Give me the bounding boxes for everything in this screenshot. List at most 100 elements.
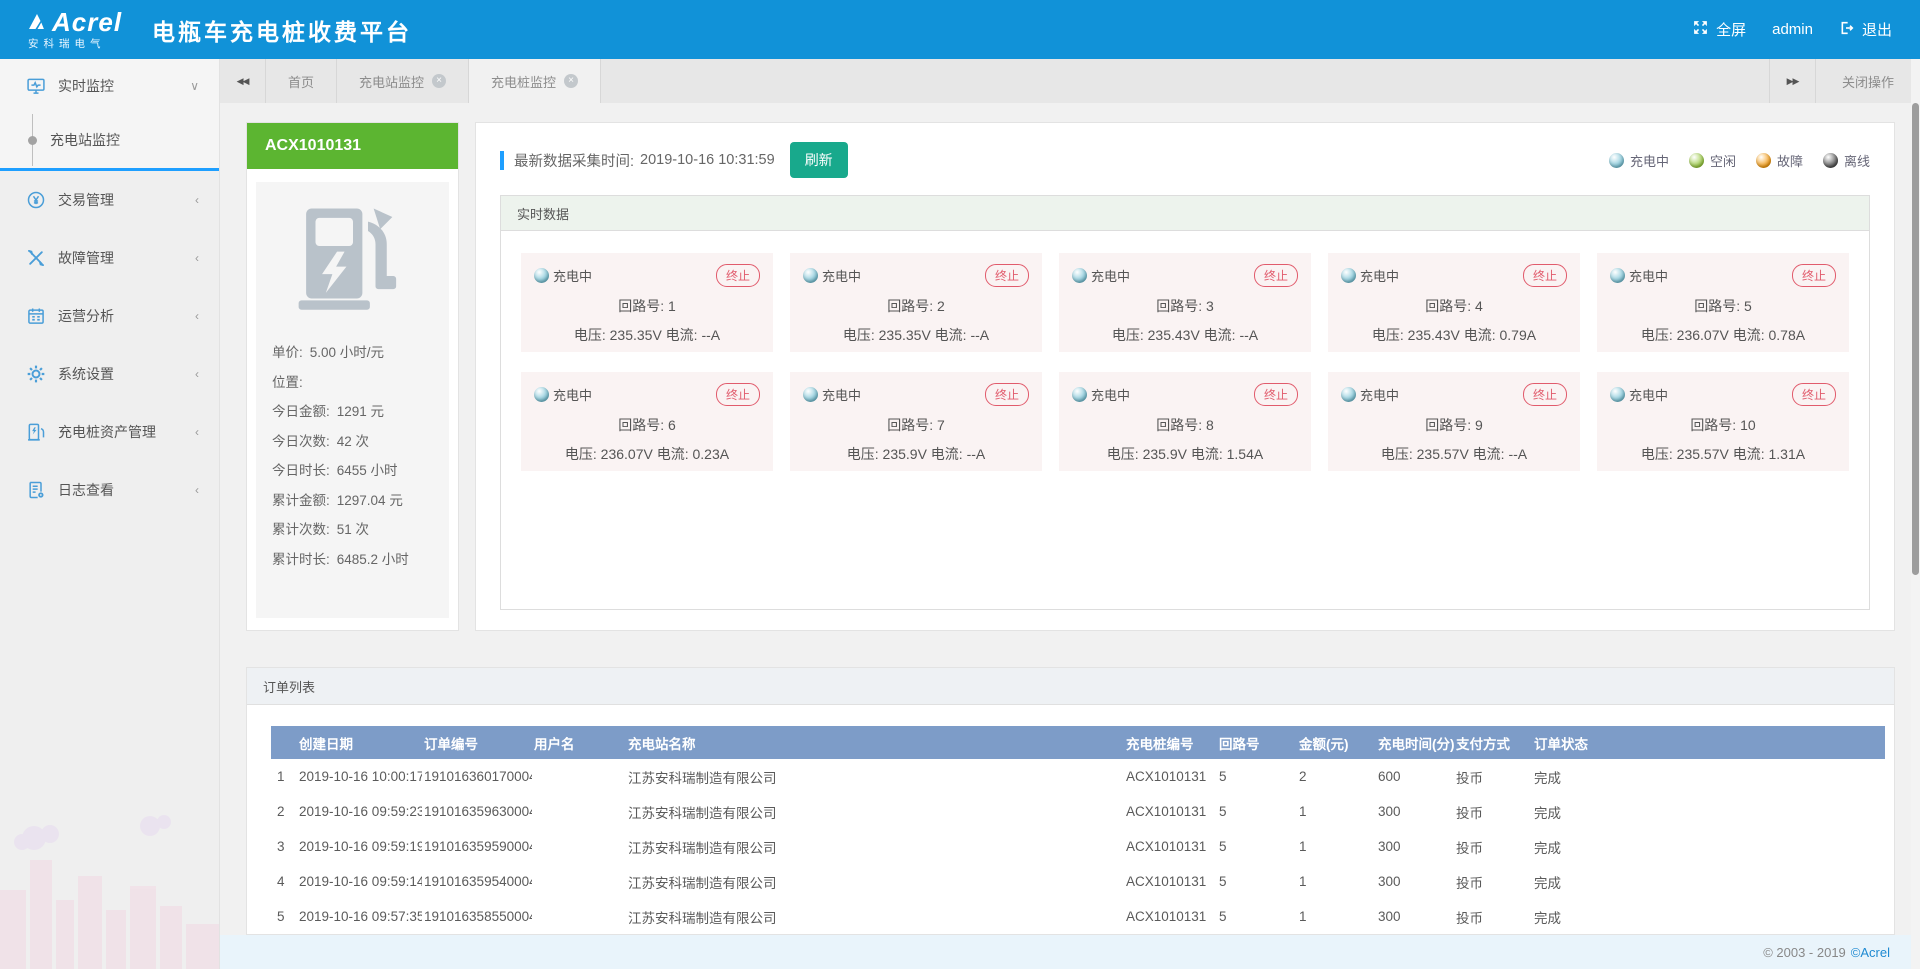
table-cell: 完成: [1532, 759, 1885, 794]
table-cell: 江苏安科瑞制造有限公司: [626, 759, 1124, 794]
table-cell: [532, 829, 626, 864]
tab-bar: ◀◀ 首页充电站监控×充电桩监控× ▶▶ 关闭操作: [220, 59, 1920, 103]
collect-time-label: 最新数据采集时间:: [514, 150, 634, 171]
table-row[interactable]: 42019-10-16 09:59:141910163595400044江苏安科…: [271, 864, 1885, 899]
terminate-button[interactable]: 终止: [1254, 383, 1298, 406]
table-cell: 江苏安科瑞制造有限公司: [626, 864, 1124, 899]
scrollbar-thumb[interactable]: [1912, 103, 1919, 575]
sidebar-item-fault[interactable]: 故障管理‹: [0, 229, 219, 287]
chevron-left-icon: ‹: [195, 425, 199, 439]
status-ball-icon: [1756, 153, 1771, 168]
card-circuit-number: 回路号: 6: [534, 415, 760, 435]
tab-station-monitor[interactable]: 充电站监控 ×: [337, 59, 469, 103]
card-status-label: 充电中: [1091, 385, 1130, 404]
table-cell: ACX1010131: [1124, 829, 1217, 864]
chevron-down-icon: ∨: [190, 79, 199, 93]
top-header-bar: Acrel 安科瑞电气 电瓶车充电桩收费平台 全屏 admin 退出: [0, 0, 1920, 59]
terminate-button[interactable]: 终止: [1792, 383, 1836, 406]
orders-column-header: 订单编号: [422, 726, 532, 759]
orders-table: 创建日期订单编号用户名充电站名称充电桩编号回路号金额(元)充电时间(分)支付方式…: [271, 726, 1885, 934]
charging-card: 充电中终止回路号: 8电压: 235.9V 电流: 1.54A: [1059, 372, 1311, 471]
table-row[interactable]: 52019-10-16 09:57:351910163585500043江苏安科…: [271, 899, 1885, 934]
sidebar-item-transaction[interactable]: 交易管理‹: [0, 171, 219, 229]
terminate-button[interactable]: 终止: [985, 264, 1029, 287]
page-footer: © 2003 - 2019 ©Acrel: [220, 935, 1920, 969]
terminate-button[interactable]: 终止: [985, 383, 1029, 406]
card-status-label: 充电中: [1091, 266, 1130, 285]
footer-brand-link[interactable]: ©Acrel: [1851, 945, 1890, 960]
legend-item: 空闲: [1689, 151, 1736, 170]
logout-button[interactable]: 退出: [1839, 19, 1892, 40]
legend-label: 离线: [1844, 151, 1870, 170]
status-ball-icon: [1072, 387, 1087, 402]
sidebar-item-label: 系统设置: [58, 364, 114, 384]
station-stat-row: 累计次数: 51 次: [272, 515, 449, 545]
orders-column-header: 金额(元): [1297, 726, 1376, 759]
card-status-label: 充电中: [553, 266, 592, 285]
refresh-button[interactable]: 刷新: [790, 142, 848, 178]
card-voltage-current: 电压: 236.07V 电流: 0.23A: [534, 444, 760, 464]
copyright-text: © 2003 - 2019: [1763, 945, 1846, 960]
table-cell: [532, 759, 626, 794]
status-ball-icon: [1341, 387, 1356, 402]
table-cell: 1: [271, 759, 297, 794]
tabs-scroll-left-button[interactable]: ◀◀: [220, 59, 266, 103]
sidebar-subitem-station-monitor[interactable]: 充电站监控: [0, 112, 219, 168]
stat-value: 51 次: [337, 522, 369, 537]
table-row[interactable]: 12019-10-16 10:00:171910163601700047江苏安科…: [271, 759, 1885, 794]
submenu-label: 充电站监控: [50, 130, 120, 150]
table-cell: 1910163595900045: [422, 829, 532, 864]
table-row[interactable]: 32019-10-16 09:59:191910163595900045江苏安科…: [271, 829, 1885, 864]
terminate-button[interactable]: 终止: [1523, 383, 1567, 406]
table-cell: 5: [1217, 794, 1297, 829]
card-status-row: 充电中 终止: [534, 264, 760, 287]
tab-close-icon[interactable]: ×: [432, 74, 446, 88]
status-ball-icon: [1823, 153, 1838, 168]
close-operations-menu[interactable]: 关闭操作: [1815, 59, 1920, 103]
stat-value: 6485.2 小时: [337, 552, 409, 567]
terminate-button[interactable]: 终止: [1254, 264, 1298, 287]
station-id-header: ACX1010131: [247, 123, 458, 169]
stat-label: 累计次数:: [272, 522, 330, 537]
sidebar-item-asset[interactable]: 充电桩资产管理‹: [0, 403, 219, 461]
username-label: admin: [1772, 21, 1813, 38]
station-stat-row: 今日时长:6455 小时: [272, 456, 449, 486]
table-cell: 2019-10-16 09:59:23: [297, 794, 422, 829]
tab-pile-monitor[interactable]: 充电桩监控×: [469, 59, 601, 103]
monitor-icon: [26, 76, 46, 96]
orders-column-header: [271, 726, 297, 759]
terminate-button[interactable]: 终止: [1792, 264, 1836, 287]
sidebar-item-monitor[interactable]: 实时监控∨: [0, 59, 219, 112]
card-status-label: 充电中: [1360, 385, 1399, 404]
table-cell: 1910163601700047: [422, 759, 532, 794]
sidebar: 实时监控∨充电站监控交易管理‹故障管理‹运营分析‹系统设置‹充电桩资产管理‹日志…: [0, 59, 220, 969]
status-ball-icon: [534, 268, 549, 283]
log-icon: [26, 480, 46, 500]
sidebar-item-log[interactable]: 日志查看‹: [0, 461, 219, 519]
stat-label: 累计时长:: [272, 552, 330, 567]
table-row[interactable]: 22019-10-16 09:59:231910163596300046江苏安科…: [271, 794, 1885, 829]
sidebar-item-settings[interactable]: 系统设置‹: [0, 345, 219, 403]
stat-value: 5.00 小时/元: [310, 345, 384, 360]
tab-home[interactable]: 首页: [266, 59, 337, 103]
user-menu[interactable]: admin: [1772, 21, 1813, 38]
tab-close-icon[interactable]: ×: [564, 74, 578, 88]
table-cell: 1910163596300046: [422, 794, 532, 829]
vertical-scrollbar[interactable]: [1911, 59, 1920, 969]
fullscreen-button[interactable]: 全屏: [1692, 19, 1746, 40]
charging-card: 充电中终止回路号: 7电压: 235.9V 电流: --A: [790, 372, 1042, 471]
terminate-button[interactable]: 终止: [1523, 264, 1567, 287]
sidebar-group-fault: 故障管理‹: [0, 229, 219, 287]
legend-label: 空闲: [1710, 151, 1736, 170]
tab-label: 充电站监控: [359, 72, 424, 91]
terminate-button[interactable]: 终止: [716, 264, 760, 287]
table-cell: [532, 864, 626, 899]
table-cell: 江苏安科瑞制造有限公司: [626, 899, 1124, 934]
terminate-button[interactable]: 终止: [716, 383, 760, 406]
tabs-scroll-right-button[interactable]: ▶▶: [1769, 59, 1815, 103]
charging-card: 充电中终止回路号: 2电压: 235.35V 电流: --A: [790, 253, 1042, 352]
sidebar-item-analysis[interactable]: 运营分析‹: [0, 287, 219, 345]
charging-card: 充电中终止回路号: 1电压: 235.35V 电流: --A: [521, 253, 773, 352]
card-status-row: 充电中终止: [803, 264, 1029, 287]
charging-card: 充电中终止回路号: 4电压: 235.43V 电流: 0.79A: [1328, 253, 1580, 352]
